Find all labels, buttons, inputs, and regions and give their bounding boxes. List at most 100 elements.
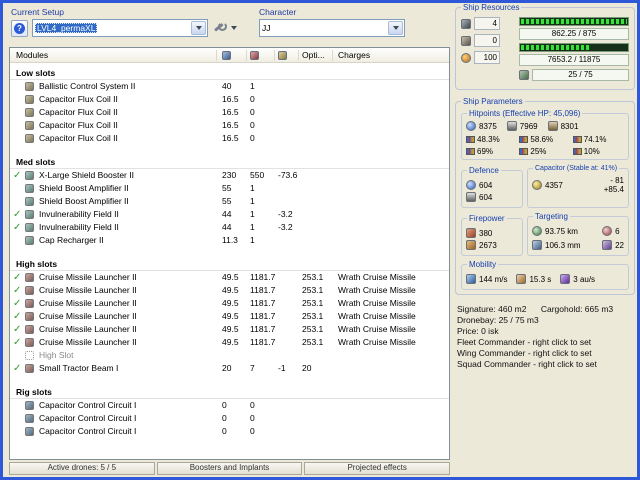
module-row[interactable]: Capacitor Flux Coil II 16.5 0 (10, 106, 449, 119)
section-header: Rig slots (10, 385, 449, 399)
module-row[interactable]: Capacitor Control Circuit I 0 0 (10, 425, 449, 438)
targeting-range-value: 93.75 km (545, 226, 578, 236)
module-name: Invulnerability Field II (39, 209, 119, 219)
character-label: Character (259, 7, 297, 17)
setup-combobox[interactable]: LVL4_permaXL (32, 19, 208, 37)
shield-defence-icon (466, 180, 476, 190)
module-row[interactable]: ✓ Small Tractor Beam I 20 7 -1 20 (10, 362, 449, 375)
module-cpu-value: 40 (222, 81, 232, 91)
module-powergrid-value: 1 (250, 196, 255, 206)
module-row[interactable]: High Slot (10, 349, 449, 362)
help-button[interactable]: ? (11, 19, 28, 37)
module-name: Capacitor Control Circuit I (39, 413, 137, 423)
optimal-column-header[interactable]: Opti... (302, 50, 325, 60)
module-powergrid-value: 0 (250, 426, 255, 436)
defence-title: Defence (467, 166, 501, 175)
max-velocity-value: 144 m/s (479, 274, 508, 284)
section-header: High slots (10, 257, 449, 271)
module-row[interactable]: ✓ Cruise Missile Launcher II 49.5 1181.7 253… (10, 310, 449, 323)
module-row[interactable]: Shield Boost Amplifier II 55 1 (10, 182, 449, 195)
projected-effects-panel[interactable]: Projected effects (304, 462, 451, 475)
module-icon (25, 273, 34, 282)
module-icon (25, 351, 34, 360)
module-cap-use-value: -1 (278, 363, 286, 373)
active-check-icon[interactable]: ✓ (13, 297, 23, 310)
powergrid-column-icon[interactable] (250, 51, 259, 60)
module-name: Cruise Missile Launcher II (39, 337, 137, 347)
module-icon (25, 210, 34, 219)
cargohold-value: Cargohold: 665 m3 (540, 304, 614, 314)
active-check-icon[interactable]: ✓ (13, 271, 23, 284)
module-row[interactable]: Ballistic Control System II 40 1 (10, 80, 449, 93)
module-charge-name: Wrath Cruise Missile (338, 298, 416, 308)
module-cpu-value: 49.5 (222, 298, 239, 308)
resist-value: 25% (530, 147, 547, 156)
charges-column-header[interactable]: Charges (338, 50, 370, 60)
module-icon (25, 184, 34, 193)
module-row[interactable]: Capacitor Flux Coil II 16.5 0 (10, 93, 449, 106)
armor-defence-value: 604 (479, 192, 493, 202)
module-powergrid-value: 1 (250, 183, 255, 193)
active-check-icon[interactable]: ✓ (13, 221, 23, 234)
character-combobox-arrow-icon[interactable] (388, 21, 403, 35)
character-combobox[interactable]: JJ (259, 19, 405, 37)
capacitor-recharge-value: +85.4 (603, 185, 624, 194)
capacitor-column-icon[interactable] (278, 51, 287, 60)
cpu-bar-fill (521, 19, 628, 24)
module-cpu-value: 16.5 (222, 94, 239, 104)
cpu-column-icon[interactable] (222, 51, 231, 60)
active-check-icon[interactable]: ✓ (13, 336, 23, 349)
tools-button[interactable] (212, 19, 240, 37)
module-cpu-value: 11.3 (222, 235, 238, 245)
module-name: Capacitor Flux Coil II (39, 120, 118, 130)
resist-bar-icon (466, 136, 475, 143)
setup-combobox-arrow-icon[interactable] (191, 21, 206, 35)
module-optimal-value: 253.1 (302, 311, 324, 321)
module-row[interactable]: ✓ Cruise Missile Launcher II 49.5 1181.7 253… (10, 336, 449, 349)
boosters-implants-panel[interactable]: Boosters and Implants (156, 462, 303, 475)
module-row[interactable]: Capacitor Flux Coil II 16.5 0 (10, 119, 449, 132)
module-row[interactable]: ✓ Cruise Missile Launcher II 49.5 1181.7 253… (10, 323, 449, 336)
module-row[interactable]: Cap Recharger II 11.3 1 (10, 234, 449, 247)
wing-commander-line[interactable]: Wing Commander - right click to set (457, 348, 635, 359)
active-check-icon[interactable]: ✓ (13, 362, 23, 375)
module-row[interactable]: ✓ Cruise Missile Launcher II 49.5 1181.7 253… (10, 297, 449, 310)
modules-title[interactable]: Modules (16, 50, 48, 60)
active-check-icon[interactable]: ✓ (13, 169, 23, 182)
module-row[interactable]: ✓ X-Large Shield Booster II 230 550 -73.6 (10, 169, 449, 182)
module-cpu-value: 44 (222, 222, 232, 232)
module-row[interactable]: Capacitor Flux Coil II 16.5 0 (10, 132, 449, 145)
module-name: Small Tractor Beam I (39, 363, 119, 373)
module-row[interactable]: ✓ Invulnerability Field II 44 1 -3.2 (10, 208, 449, 221)
module-row[interactable]: Shield Boost Amplifier II 55 1 (10, 195, 449, 208)
module-charge-name: Wrath Cruise Missile (338, 337, 416, 347)
launcher-hardpoints-icon (461, 35, 471, 46)
module-row[interactable]: ✓ Invulnerability Field II 44 1 -3.2 (10, 221, 449, 234)
module-optimal-value: 253.1 (302, 285, 324, 295)
modules-column-header: Modules Opti... Charges (10, 48, 449, 63)
squad-commander-line[interactable]: Squad Commander - right click to set (457, 359, 635, 370)
module-row[interactable]: Capacitor Control Circuit I 0 0 (10, 412, 449, 425)
active-check-icon[interactable]: ✓ (13, 323, 23, 336)
powergrid-usage-value: 7653.2 / 11875 (519, 54, 629, 66)
module-icon (25, 108, 34, 117)
module-cap-use-value: -3.2 (278, 209, 293, 219)
active-check-icon[interactable]: ✓ (13, 208, 23, 221)
capacitor-title: Capacitor (Stable at: 41%) (533, 164, 620, 173)
calibration-icon (461, 52, 471, 63)
fleet-commander-line[interactable]: Fleet Commander - right click to set (457, 337, 635, 348)
resist-bar-icon (519, 148, 529, 155)
module-row[interactable]: ✓ Cruise Missile Launcher II 49.5 1181.7 253… (10, 271, 449, 284)
module-row[interactable]: Capacitor Control Circuit I 0 0 (10, 399, 449, 412)
active-check-icon[interactable]: ✓ (13, 310, 23, 323)
module-powergrid-value: 0 (250, 120, 255, 130)
module-icon (25, 414, 34, 423)
modules-list: Low slots Ballistic Control System II 40 1 C… (10, 64, 449, 459)
module-cpu-value: 49.5 (222, 311, 239, 321)
module-name: Ballistic Control System II (39, 81, 136, 91)
module-row[interactable]: ✓ Cruise Missile Launcher II 49.5 1181.7 253… (10, 284, 449, 297)
launcher-hardpoints-value: 0 (474, 34, 500, 47)
active-drones-panel[interactable]: Active drones: 5 / 5 (9, 462, 155, 475)
module-icon (25, 134, 34, 143)
active-check-icon[interactable]: ✓ (13, 284, 23, 297)
